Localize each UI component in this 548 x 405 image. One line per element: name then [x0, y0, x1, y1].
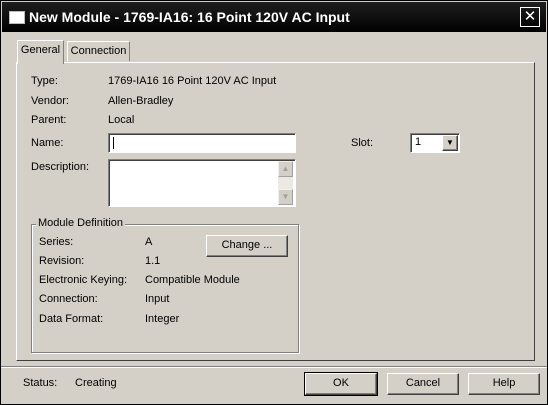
- electronic-keying-value: Compatible Module: [145, 274, 240, 286]
- tab-connection-label: Connection: [70, 45, 127, 57]
- dropdown-arrow-icon: ▼: [446, 138, 454, 147]
- series-value: A: [145, 236, 153, 248]
- status-label: Status:: [23, 377, 58, 389]
- description-input[interactable]: [112, 161, 272, 203]
- window-icon: [9, 11, 25, 24]
- close-icon: ✕: [523, 7, 537, 25]
- connection-value: Input: [145, 293, 170, 305]
- type-label: Type:: [31, 75, 58, 87]
- revision-label: Revision:: [39, 255, 85, 267]
- change-button-label: Change ...: [221, 239, 273, 251]
- name-label: Name:: [31, 137, 64, 149]
- description-field[interactable]: ▲ ▼: [108, 159, 296, 207]
- vendor-value: Allen-Bradley: [108, 95, 174, 107]
- change-button[interactable]: Change ...: [206, 235, 288, 257]
- slot-dropdown-button[interactable]: ▼: [442, 135, 458, 151]
- scroll-down-button[interactable]: ▼: [278, 189, 293, 205]
- scroll-track[interactable]: [278, 177, 293, 189]
- status-value: Creating: [75, 377, 117, 389]
- description-label: Description:: [31, 161, 90, 173]
- slot-value: 1: [415, 136, 422, 148]
- scroll-down-icon: ▼: [281, 192, 290, 201]
- name-input[interactable]: [112, 135, 292, 151]
- module-definition-title: Module Definition: [36, 217, 125, 229]
- slot-dropdown[interactable]: 1 ▼: [410, 133, 460, 153]
- type-value: 1769-IA16 16 Point 120V AC Input: [108, 75, 277, 87]
- parent-label: Parent:: [31, 114, 67, 126]
- tab-connection[interactable]: Connection: [67, 41, 130, 61]
- slot-label: Slot:: [351, 137, 374, 149]
- electronic-keying-label: Electronic Keying:: [39, 274, 128, 286]
- footer-divider: [1, 366, 547, 368]
- title-bar[interactable]: New Module - 1769-IA16: 16 Point 120V AC…: [2, 2, 546, 32]
- scroll-up-button[interactable]: ▲: [278, 161, 293, 177]
- cancel-button-label: Cancel: [405, 377, 441, 389]
- close-button[interactable]: ✕: [520, 7, 540, 27]
- ok-button[interactable]: OK: [304, 372, 378, 396]
- scroll-up-icon: ▲: [281, 164, 290, 173]
- help-button[interactable]: Help: [468, 373, 540, 395]
- dialog-title: New Module - 1769-IA16: 16 Point 120V AC…: [29, 9, 350, 25]
- data-format-label: Data Format:: [39, 313, 104, 325]
- name-field[interactable]: [108, 133, 296, 153]
- revision-value: 1.1: [145, 255, 161, 267]
- vendor-label: Vendor:: [31, 95, 69, 107]
- ok-button-label: OK: [333, 377, 349, 389]
- connection-label: Connection:: [39, 293, 98, 305]
- parent-value: Local: [108, 114, 135, 126]
- tab-general[interactable]: General: [17, 40, 64, 64]
- help-button-label: Help: [492, 377, 516, 389]
- tab-general-label: General: [20, 44, 61, 56]
- series-label: Series:: [39, 236, 74, 248]
- cancel-button[interactable]: Cancel: [387, 373, 459, 395]
- new-module-dialog: New Module - 1769-IA16: 16 Point 120V AC…: [0, 0, 548, 405]
- data-format-value: Integer: [145, 313, 180, 325]
